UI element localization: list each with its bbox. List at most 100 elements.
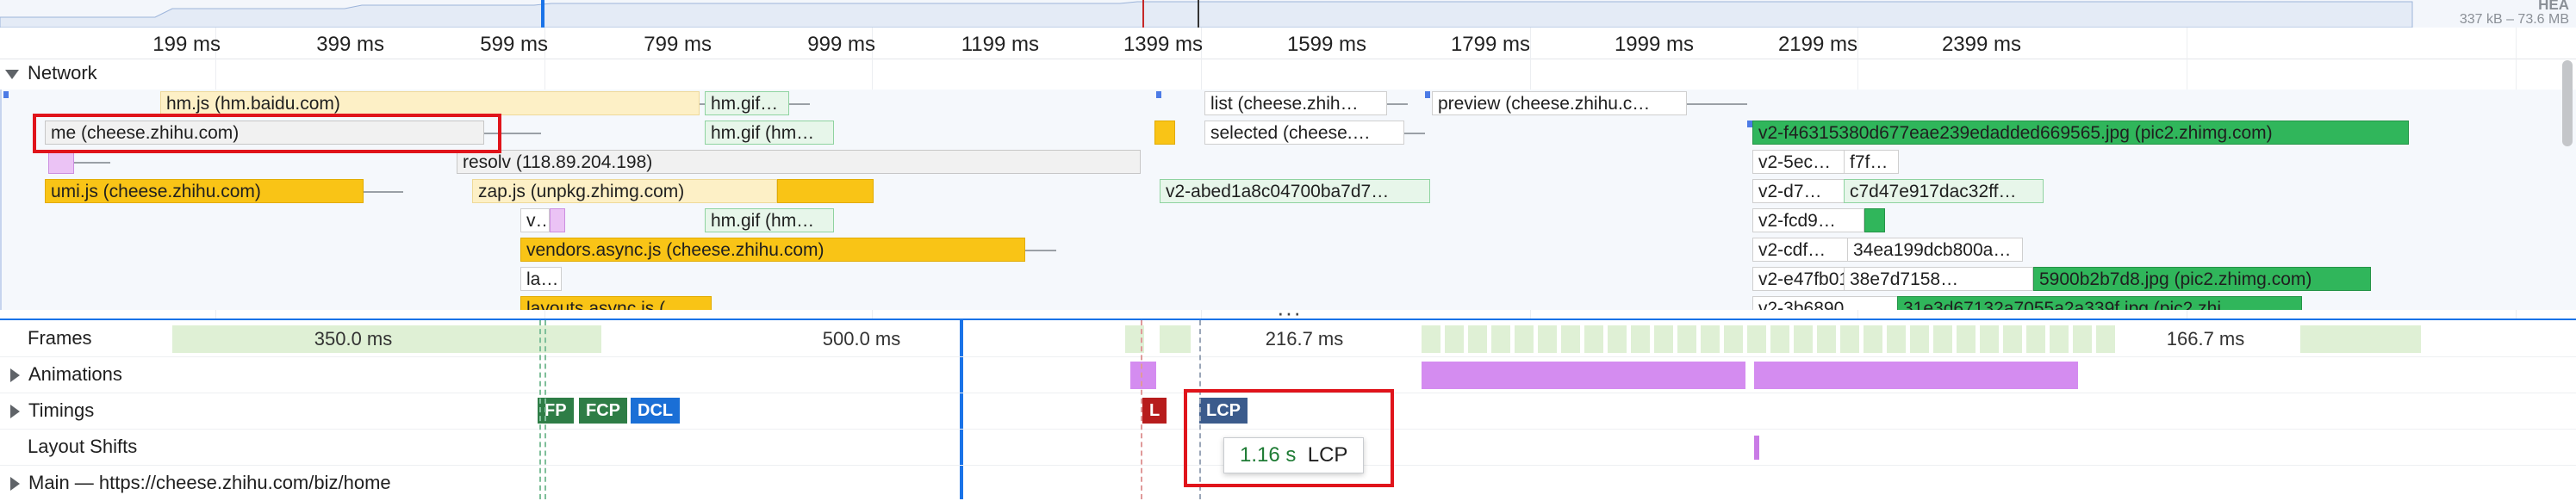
frame-block[interactable]	[2300, 325, 2421, 353]
request-bar[interactable]: v2-f46315380d677eae239edadded669565.jpg …	[1752, 121, 2409, 145]
request-bar[interactable]: v2-5ec…	[1752, 150, 1849, 174]
request-bar[interactable]: v2-cdf…	[1752, 238, 1854, 262]
animation-block[interactable]	[1130, 362, 1156, 389]
frame-block[interactable]	[1677, 325, 1696, 353]
frame-block[interactable]	[1701, 325, 1720, 353]
frame-block[interactable]	[1933, 325, 1952, 353]
request-bar[interactable]: v2-fcd9…	[1752, 208, 1864, 232]
frame-strip[interactable]	[1422, 325, 2128, 353]
frame-block[interactable]	[1957, 325, 1976, 353]
request-bar[interactable]: c7d47e917dac32ff…	[1844, 179, 2044, 203]
frame-block[interactable]	[1794, 325, 1813, 353]
request-bar[interactable]	[1864, 208, 1885, 232]
request-bar[interactable]	[48, 150, 74, 174]
request-bar[interactable]	[550, 208, 565, 232]
request-bar[interactable]: 31e3d67132a7055a2a339f.jpg (pic2.zhi…	[1897, 296, 2302, 310]
tick-label: 999 ms	[807, 33, 875, 56]
frame-block[interactable]	[1515, 325, 1534, 353]
request-bar[interactable]: hm.js (hm.baidu.com)	[160, 91, 700, 115]
frame-block[interactable]	[1422, 325, 1440, 353]
expand-triangle-icon[interactable]	[5, 69, 19, 79]
request-bar[interactable]: v…	[520, 208, 550, 232]
request-bar[interactable]: hm.gif (hm…	[705, 208, 834, 232]
dcl-marker[interactable]: DCL	[631, 398, 681, 424]
request-bar[interactable]: layouts.async.js (…	[520, 296, 712, 310]
main-label: Main — https://cheese.zhihu.com/biz/home	[5, 465, 391, 501]
frame-block[interactable]	[1608, 325, 1627, 353]
timeline-overview[interactable]: HEA 337 kB – 73.6 MB	[0, 0, 2576, 28]
network-section-header[interactable]: Network	[0, 62, 97, 84]
frame-block[interactable]	[1747, 325, 1766, 353]
frame-block[interactable]	[2050, 325, 2069, 353]
frame-block[interactable]	[1980, 325, 1999, 353]
frame-block[interactable]	[1160, 325, 1191, 353]
lower-tracks[interactable]: Frames 350.0 ms 500.0 ms 216.7 ms 166.7 …	[0, 320, 2576, 499]
load-marker[interactable]: L	[1142, 398, 1167, 424]
tick-label: 2199 ms	[1777, 33, 1857, 56]
request-bar[interactable]: 34ea199dcb800a…	[1847, 238, 2023, 262]
request-bar[interactable]: zap.js (unpkg.zhimg.com)	[472, 179, 777, 203]
frame-block[interactable]	[2003, 325, 2022, 353]
request-bar[interactable]: v2-abed1a8c04700ba7d7…	[1160, 179, 1430, 203]
layout-shift-marker[interactable]	[1754, 436, 1759, 460]
highlight-box	[33, 114, 501, 153]
frame-block[interactable]	[1770, 325, 1789, 353]
fcp-marker[interactable]: FCP	[579, 398, 627, 424]
frame-block[interactable]	[2026, 325, 2045, 353]
expand-triangle-icon[interactable]	[10, 405, 20, 419]
animations-label: Animations	[5, 356, 122, 393]
frame-block[interactable]	[1631, 325, 1650, 353]
request-bar[interactable]: vendors.async.js (cheese.zhihu.com)	[520, 238, 1025, 262]
frame-block[interactable]	[1654, 325, 1673, 353]
frame-block[interactable]	[1864, 325, 1882, 353]
layout-shifts-label: Layout Shifts	[28, 436, 138, 457]
main-label-text: Main — https://cheese.zhihu.com/biz/home	[28, 472, 391, 493]
fp-marker[interactable]: FP	[538, 398, 574, 424]
resize-handle-icon[interactable]: ···	[1277, 301, 1302, 324]
timings-label: Timings	[5, 393, 94, 429]
frame-block[interactable]	[1468, 325, 1487, 353]
request-bar[interactable]: umi.js (cheese.zhihu.com)	[45, 179, 364, 203]
frame-block[interactable]	[1445, 325, 1464, 353]
frame-block[interactable]	[2096, 325, 2115, 353]
request-bar[interactable]: f7f…	[1844, 150, 1899, 174]
frame-block[interactable]	[2073, 325, 2092, 353]
request-bar[interactable]: 5900b2b7d8.jpg (pic2.zhimg.com)	[2033, 267, 2371, 291]
frame-block[interactable]	[1538, 325, 1557, 353]
request-bar[interactable]: v2-3b6890…	[1752, 296, 1899, 310]
frame-block[interactable]	[1910, 325, 1929, 353]
frame-block[interactable]	[1491, 325, 1510, 353]
request-bar[interactable]: selected (cheese.…	[1204, 121, 1404, 145]
frame-block[interactable]	[1584, 325, 1603, 353]
frame-block[interactable]	[1817, 325, 1836, 353]
tick-label: 1399 ms	[1123, 33, 1203, 56]
frame-block[interactable]	[1887, 325, 1906, 353]
request-bar[interactable]: v2-d7…	[1752, 179, 1854, 203]
tick-label: 1199 ms	[961, 33, 1039, 56]
request-bar[interactable]: la…	[520, 267, 562, 291]
frame-block[interactable]	[1724, 325, 1743, 353]
request-bar[interactable]: preview (cheese.zhihu.c…	[1432, 91, 1687, 115]
expand-triangle-icon[interactable]	[10, 368, 20, 383]
request-bar[interactable]: hm.gif (hm…	[705, 121, 834, 145]
frames-track[interactable]: Frames 350.0 ms 500.0 ms 216.7 ms 166.7 …	[0, 320, 2576, 357]
request-bar[interactable]	[777, 179, 874, 203]
request-whisker	[789, 103, 810, 105]
frame-block[interactable]	[1840, 325, 1859, 353]
request-bar[interactable]: 38e7d7158…	[1844, 267, 2033, 291]
request-bar[interactable]: resolv (118.89.204.198)	[457, 150, 1141, 174]
request-bar[interactable]	[1154, 121, 1175, 145]
animations-track[interactable]: Animations	[0, 356, 2576, 393]
animation-block[interactable]	[1754, 362, 2078, 389]
request-bar[interactable]: hm.gif…	[705, 91, 789, 115]
frame-duration-label: 216.7 ms	[1265, 328, 1344, 349]
frame-block[interactable]	[1561, 325, 1580, 353]
request-bar[interactable]: list (cheese.zhih…	[1204, 91, 1387, 115]
frame-duration-label: 350.0 ms	[314, 328, 393, 349]
expand-triangle-icon[interactable]	[10, 477, 20, 492]
vertical-scrollbar[interactable]	[2562, 60, 2573, 146]
request-whisker	[1404, 133, 1425, 134]
highlight-box	[1184, 389, 1394, 487]
tick-label: 1599 ms	[1286, 33, 1366, 56]
animation-block[interactable]	[1422, 362, 1745, 389]
